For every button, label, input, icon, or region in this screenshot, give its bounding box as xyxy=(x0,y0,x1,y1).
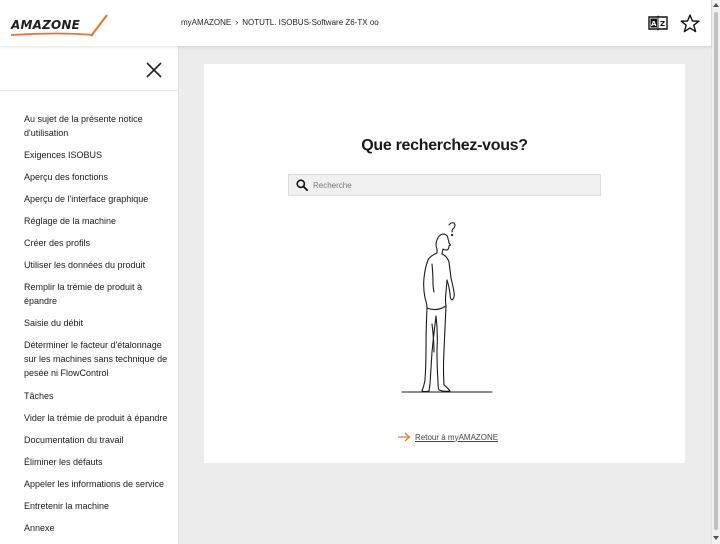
toc-item-empty-hopper[interactable]: Vider la trémie de produit à épandre xyxy=(24,411,174,425)
sidebar-header xyxy=(0,46,179,91)
toc-item-calibration-factor[interactable]: Déterminer le facteur d'étalonnage sur l… xyxy=(24,338,174,380)
toc-item-troubleshooting[interactable]: Éliminer les défauts xyxy=(24,455,174,469)
toc-item-functions-overview[interactable]: Aperçu des fonctions xyxy=(24,170,174,184)
toc-item-isobus-requirements[interactable]: Exigences ISOBUS xyxy=(24,148,174,162)
back-link-label: Retour à myAMAZONE xyxy=(415,432,499,442)
svg-text:A: A xyxy=(651,20,657,28)
scroll-down-arrow-icon[interactable] xyxy=(713,535,719,541)
breadcrumb-current[interactable]: NOTUTL. ISOBUS-Software Z6-TX oo xyxy=(242,18,378,27)
page-scrollbar[interactable] xyxy=(711,0,720,544)
page-title: Que recherchez-vous? xyxy=(361,137,528,154)
toc-item-appendix[interactable]: Annexe xyxy=(24,521,174,535)
top-header: AMAZONE myAMAZONE › NOTUTL. ISOBUS-Softw… xyxy=(0,0,711,46)
search-icon[interactable] xyxy=(296,179,308,191)
toc-item-tasks[interactable]: Tâches xyxy=(24,389,174,403)
amazone-logo[interactable]: AMAZONE xyxy=(11,14,117,38)
dictionary-icon[interactable]: A Z xyxy=(647,13,669,33)
toc-item-ui-overview[interactable]: Aperçu de l'interface graphique xyxy=(24,192,174,206)
breadcrumb: myAMAZONE › NOTUTL. ISOBUS-Software Z6-T… xyxy=(181,17,379,27)
thinking-person-illustration xyxy=(401,222,493,393)
search-input[interactable] xyxy=(313,178,593,192)
search-card: Que recherchez-vous? Reto xyxy=(204,64,685,463)
arrow-right-icon xyxy=(398,432,411,442)
logo-text: AMAZONE xyxy=(11,18,81,32)
svg-text:Z: Z xyxy=(660,20,665,28)
toc-item-product-data[interactable]: Utiliser les données du produit xyxy=(24,258,174,272)
toc-item-work-documentation[interactable]: Documentation du travail xyxy=(24,433,174,447)
table-of-contents: Au sujet de la présente notice d'utilisa… xyxy=(24,112,174,535)
back-to-myamazone-link[interactable]: Retour à myAMAZONE xyxy=(397,432,498,442)
breadcrumb-home-link[interactable]: myAMAZONE xyxy=(181,18,231,27)
scrollbar-thumb[interactable] xyxy=(714,12,718,530)
breadcrumb-separator: › xyxy=(235,17,239,27)
toc-item-machine-settings[interactable]: Réglage de la machine xyxy=(24,214,174,228)
toc-item-fill-hopper[interactable]: Remplir la trémie de produit à épandre xyxy=(24,280,174,308)
close-icon[interactable] xyxy=(145,61,163,79)
toc-item-service-info[interactable]: Appeler les informations de service xyxy=(24,477,174,491)
toc-item-create-profiles[interactable]: Créer des profils xyxy=(24,236,174,250)
toc-item-about-manual[interactable]: Au sujet de la présente notice d'utilisa… xyxy=(24,112,174,140)
favorite-star-icon[interactable] xyxy=(679,13,701,33)
toc-item-maintenance[interactable]: Entretenir la machine xyxy=(24,499,174,513)
scroll-up-arrow-icon[interactable] xyxy=(713,2,719,8)
toc-item-rate-input[interactable]: Saisie du débit xyxy=(24,316,174,330)
sidebar: Au sujet de la présente notice d'utilisa… xyxy=(0,46,179,544)
search-box[interactable] xyxy=(288,174,601,196)
